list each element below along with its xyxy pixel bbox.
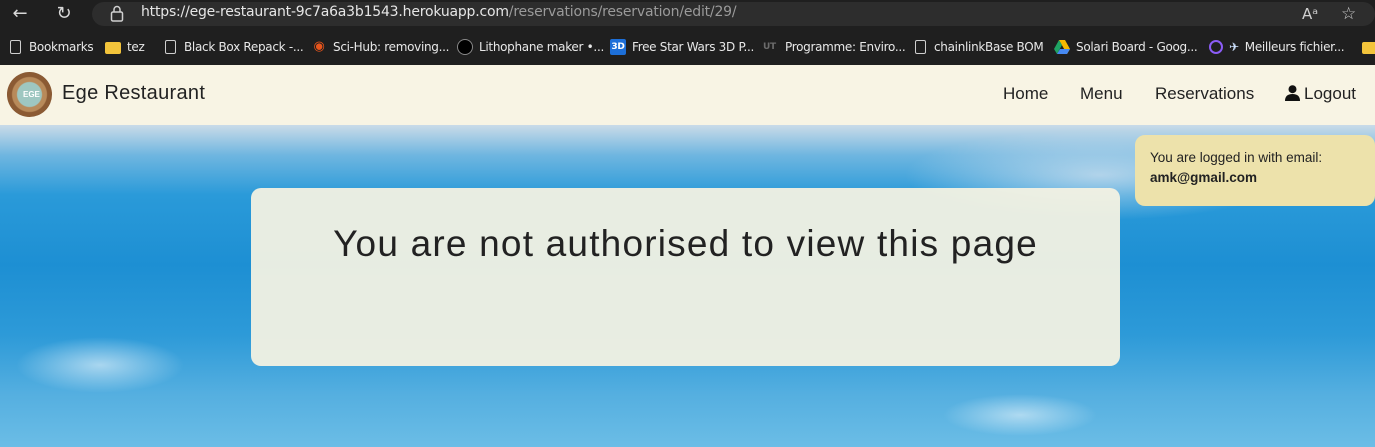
bookmark-label: tez [127, 40, 145, 54]
bookmarks-bar: Bookmarks tez Black Box Repack -... ◉ Sc… [0, 28, 1375, 65]
ring-icon [1209, 40, 1223, 54]
back-arrow-icon[interactable]: ← [8, 2, 32, 26]
browser-address-bar: ← ↻ https://ege-restaurant-9c7a6a3b1543.… [0, 0, 1375, 28]
bookmark-label: chainlinkBase BOM [934, 40, 1044, 54]
page-icon [165, 40, 176, 54]
bookmark-label: Black Box Repack -... [184, 40, 304, 54]
restaurant-page: EGE Ege Restaurant Home Menu Reservation… [0, 65, 1375, 447]
folder-icon [105, 42, 121, 54]
nav-home[interactable]: Home [1003, 84, 1048, 104]
bookmark-chainlinkbase[interactable]: chainlinkBase BOM [913, 38, 1044, 56]
bookmark-black-box-repack[interactable]: Black Box Repack -... [163, 38, 304, 56]
unauthorised-message: You are not authorised to view this page [333, 223, 1038, 264]
lock-icon[interactable] [110, 5, 124, 23]
bookmark-label: Sci-Hub: removing... [333, 40, 450, 54]
brand-link[interactable]: Ege Restaurant [62, 82, 205, 105]
site-navbar: EGE Ege Restaurant Home Menu Reservation… [0, 65, 1375, 125]
bookmark-folder-overflow[interactable] [1362, 38, 1375, 56]
bookmark-label: Lithophane maker •... [479, 40, 604, 54]
bookmark-label: Bookmarks [29, 40, 94, 54]
login-status-email: amk@gmail.com [1150, 170, 1257, 185]
bookmark-label: Meilleurs fichier... [1244, 40, 1345, 54]
bookmark-label: Solari Board - Goog... [1076, 40, 1198, 54]
sci-hub-icon: ◉ [313, 39, 325, 54]
page-icon [915, 40, 926, 54]
logout-label: Logout [1304, 84, 1356, 103]
bookmark-solari-board[interactable]: Solari Board - Goog... [1054, 38, 1198, 56]
user-icon [1285, 85, 1300, 101]
unauthorised-message-card: You are not authorised to view this page [251, 188, 1120, 366]
login-status-label: You are logged in with email: [1150, 150, 1323, 165]
url-text[interactable]: https://ege-restaurant-9c7a6a3b1543.hero… [141, 4, 737, 20]
ut-icon: UT [763, 42, 776, 52]
logo-text: EGE [23, 90, 40, 99]
bookmark-label: Free Star Wars 3D P... [632, 40, 755, 54]
nav-logout[interactable]: Logout [1285, 84, 1356, 104]
bookmark-bookmarks[interactable]: Bookmarks [8, 38, 94, 56]
bookmark-programme[interactable]: UT Programme: Enviro... [763, 38, 906, 56]
bookmark-tez[interactable]: tez [105, 38, 145, 56]
nav-menu[interactable]: Menu [1080, 84, 1123, 104]
restaurant-logo[interactable]: EGE [7, 72, 52, 117]
favorite-star-icon[interactable]: ☆ [1341, 4, 1356, 24]
login-status-alert: You are logged in with email: amk@gmail.… [1135, 135, 1375, 206]
bookmark-meilleurs-fichiers[interactable]: ✈ Meilleurs fichier... [1209, 38, 1345, 56]
lithophane-icon [457, 39, 473, 55]
bookmark-star-wars-3d[interactable]: 3D Free Star Wars 3D P... [610, 38, 754, 56]
bookmark-label: Programme: Enviro... [785, 40, 906, 54]
read-aloud-icon[interactable]: Aᵃ [1302, 4, 1318, 24]
folder-icon [1362, 42, 1375, 54]
bookmark-sci-hub[interactable]: ◉ Sci-Hub: removing... [311, 38, 449, 56]
3d-icon: 3D [610, 39, 626, 55]
plane-icon: ✈ [1229, 40, 1239, 54]
page-icon [10, 40, 21, 54]
google-drive-icon [1054, 40, 1070, 54]
reload-icon[interactable]: ↻ [52, 2, 76, 26]
nav-reservations[interactable]: Reservations [1155, 84, 1254, 104]
bookmark-lithophane[interactable]: Lithophane maker •... [457, 38, 604, 56]
